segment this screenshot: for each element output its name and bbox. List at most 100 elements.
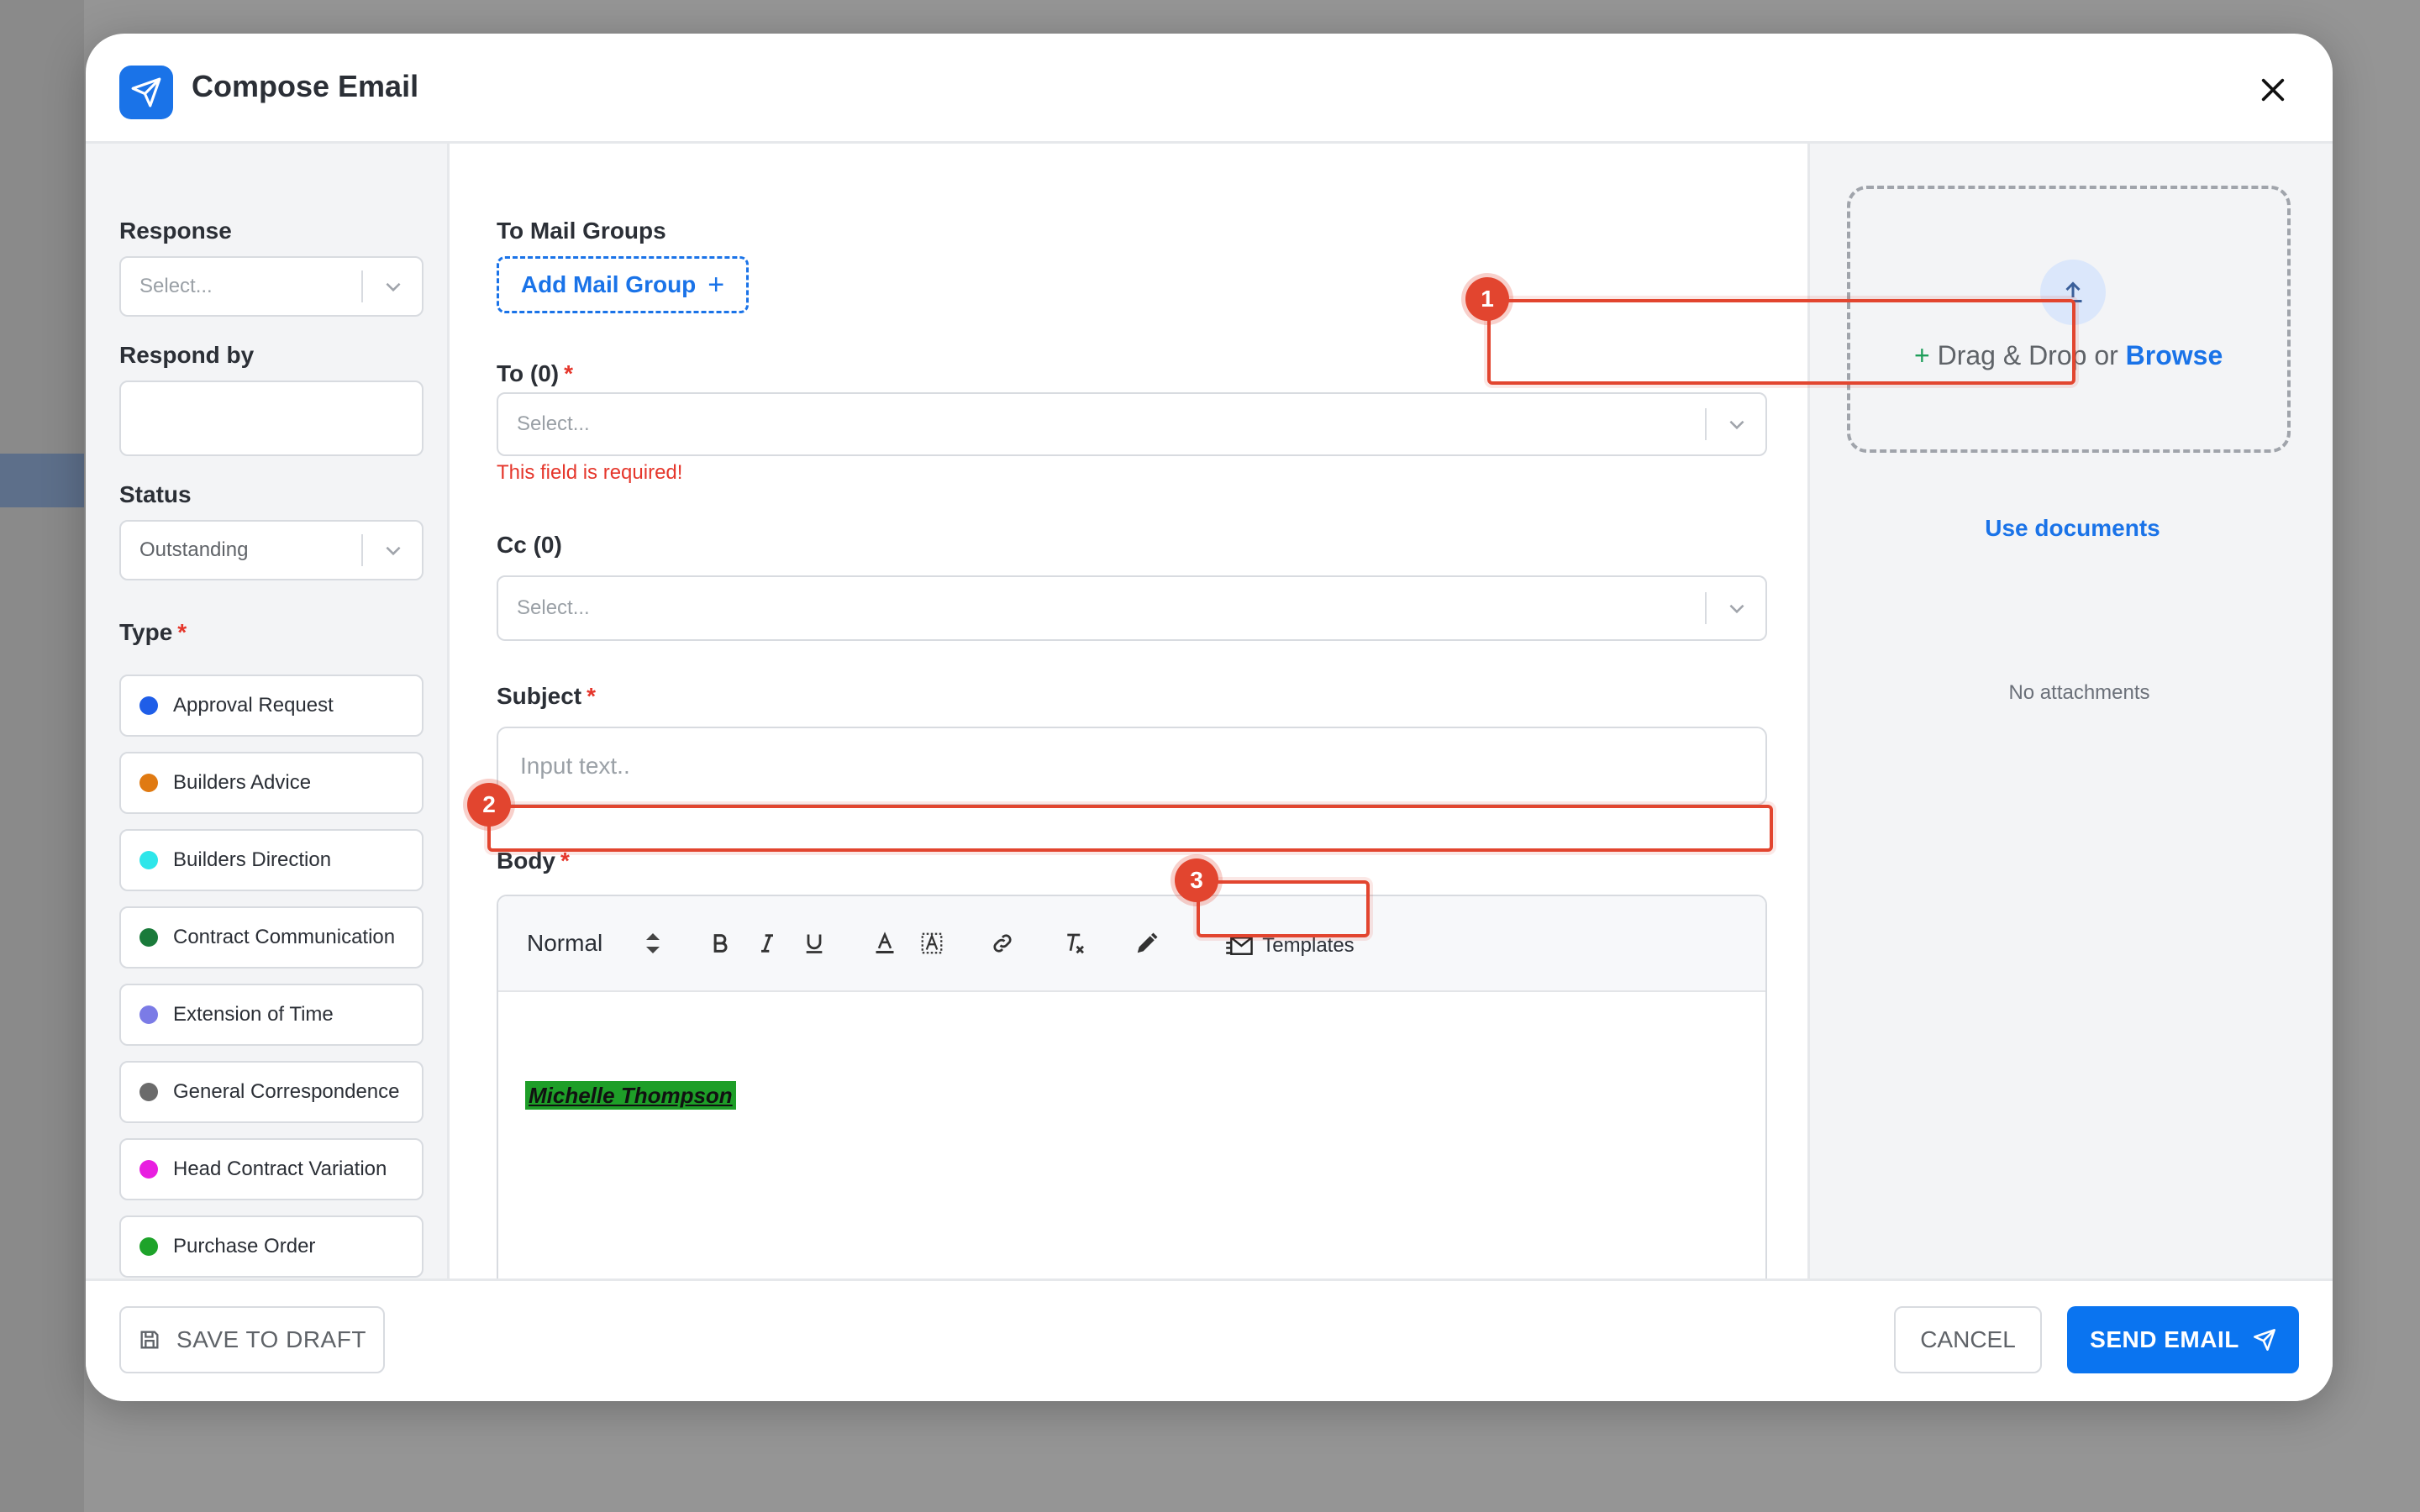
send-email-label: SEND EMAIL <box>2090 1326 2239 1352</box>
type-color-dot <box>139 1160 158 1179</box>
to-recipients-select[interactable]: Select... <box>497 392 1767 456</box>
save-to-draft-button[interactable]: SAVE TO DRAFT <box>119 1306 385 1373</box>
response-label: Response <box>119 218 232 244</box>
cancel-button[interactable]: CANCEL <box>1894 1306 2042 1373</box>
type-option-builders-advice[interactable]: Builders Advice <box>119 752 424 814</box>
use-documents-link[interactable]: Use documents <box>1810 515 2333 542</box>
close-icon <box>2261 78 2285 102</box>
type-option-label: Purchase Order <box>173 1235 316 1257</box>
chevron-down-icon <box>1720 413 1754 435</box>
subject-label-text: Subject <box>497 683 582 709</box>
editor-content[interactable]: Michelle Thompson <box>525 1081 736 1110</box>
close-button[interactable] <box>2250 67 2296 113</box>
response-select[interactable]: Select... <box>119 256 424 317</box>
type-option-extension-of-time[interactable]: Extension of Time <box>119 984 424 1046</box>
select-divider <box>361 534 363 566</box>
type-option-builders-direction[interactable]: Builders Direction <box>119 829 424 891</box>
no-attachments-text: No attachments <box>2008 681 2150 704</box>
cc-placeholder: Select... <box>517 596 590 619</box>
italic-icon <box>761 934 773 953</box>
chevron-down-icon <box>376 539 410 561</box>
add-mail-group-button[interactable]: Add Mail Group + <box>497 256 749 313</box>
type-color-dot <box>139 928 158 947</box>
add-mail-group-label: Add Mail Group <box>520 271 697 297</box>
type-option-label: Approval Request <box>173 694 334 717</box>
respond-by-date-input[interactable] <box>119 381 424 456</box>
required-mark: * <box>587 683 597 709</box>
italic-button[interactable] <box>750 921 784 965</box>
status-select[interactable]: Outstanding <box>119 520 424 580</box>
background-sidebar <box>0 0 84 1512</box>
clear-format-icon <box>1067 933 1084 954</box>
type-option-general-correspondence[interactable]: General Correspondence <box>119 1061 424 1123</box>
link-button[interactable] <box>986 921 1019 965</box>
bold-icon <box>713 934 728 953</box>
send-email-button[interactable]: SEND EMAIL <box>2067 1306 2299 1373</box>
templates-label: Templates <box>1262 934 1355 957</box>
type-option-label: Head Contract Variation <box>173 1158 387 1180</box>
send-logo-icon <box>119 66 173 119</box>
response-placeholder: Select... <box>139 275 213 297</box>
type-option-label: Builders Direction <box>173 848 332 871</box>
link-icon <box>993 934 1012 953</box>
annotation-marker-1: 1 <box>1465 277 1509 321</box>
type-color-dot <box>139 1083 158 1101</box>
modal-title: Compose Email <box>192 69 419 103</box>
type-color-dot <box>139 851 158 869</box>
background-active-item <box>0 454 84 507</box>
browse-link[interactable]: Browse <box>2126 340 2223 370</box>
cc-label: Cc (0) <box>497 532 562 558</box>
subject-label: Subject * <box>497 683 596 710</box>
type-option-purchase-order[interactable]: Purchase Order <box>119 1215 424 1278</box>
send-icon <box>2253 1328 2276 1352</box>
status-value: Outstanding <box>139 538 249 561</box>
save-to-draft-label: SAVE TO DRAFT <box>176 1326 366 1352</box>
to-label-text: To (0) <box>497 360 560 386</box>
select-divider <box>1705 592 1707 624</box>
subject-input[interactable]: Input text.. <box>497 727 1767 806</box>
status-label: Status <box>119 481 192 507</box>
chevron-down-icon <box>376 276 410 297</box>
annotation-box-3 <box>1197 880 1370 937</box>
left-panel: Response Select... Respond by Status Out… <box>86 144 450 1313</box>
format-select[interactable]: Normal <box>527 921 661 965</box>
select-divider <box>361 270 363 302</box>
save-icon <box>138 1328 161 1352</box>
underline-icon <box>806 934 823 953</box>
type-option-contract-communication[interactable]: Contract Communication <box>119 906 424 969</box>
annotation-marker-3: 3 <box>1175 858 1218 902</box>
text-color-button[interactable] <box>868 921 902 965</box>
type-option-head-contract-variation[interactable]: Head Contract Variation <box>119 1138 424 1200</box>
clear-format-button[interactable] <box>1058 921 1092 965</box>
cc-recipients-select[interactable]: Select... <box>497 575 1767 641</box>
signature-button[interactable] <box>1130 921 1164 965</box>
type-option-approval-request[interactable]: Approval Request <box>119 675 424 737</box>
type-label-text: Type <box>119 619 173 645</box>
modal-footer: SAVE TO DRAFT CANCEL SEND EMAIL <box>86 1278 2333 1401</box>
plus-icon: + <box>708 268 725 301</box>
compose-email-modal: Compose Email Response Select... Respond… <box>86 34 2333 1401</box>
type-label: Type * <box>119 619 187 646</box>
pen-icon <box>1137 932 1158 953</box>
type-color-dot <box>139 696 158 715</box>
annotation-box-1 <box>1487 299 2075 385</box>
editor-toolbar: Normal Templates <box>498 896 1765 992</box>
annotation-marker-2: 2 <box>467 783 511 827</box>
underline-button[interactable] <box>797 921 831 965</box>
subject-placeholder: Input text.. <box>520 753 630 779</box>
type-option-label: Contract Communication <box>173 926 396 948</box>
required-mark: * <box>177 619 187 645</box>
bold-button[interactable] <box>703 921 737 965</box>
required-mark: * <box>564 360 574 386</box>
annotation-box-2 <box>487 805 1773 852</box>
type-option-label: Extension of Time <box>173 1003 334 1026</box>
body-editor: Normal Templates Michelle Thompson <box>497 895 1767 1313</box>
updown-icon <box>646 933 660 953</box>
type-option-label: Builders Advice <box>173 771 312 794</box>
signature-text: Michelle Thompson <box>525 1081 736 1110</box>
type-color-dot <box>139 1237 158 1256</box>
to-placeholder: Select... <box>517 412 590 435</box>
highlight-color-button[interactable] <box>915 921 949 965</box>
mail-groups-label: To Mail Groups <box>497 218 666 244</box>
text-color-icon <box>876 932 894 954</box>
